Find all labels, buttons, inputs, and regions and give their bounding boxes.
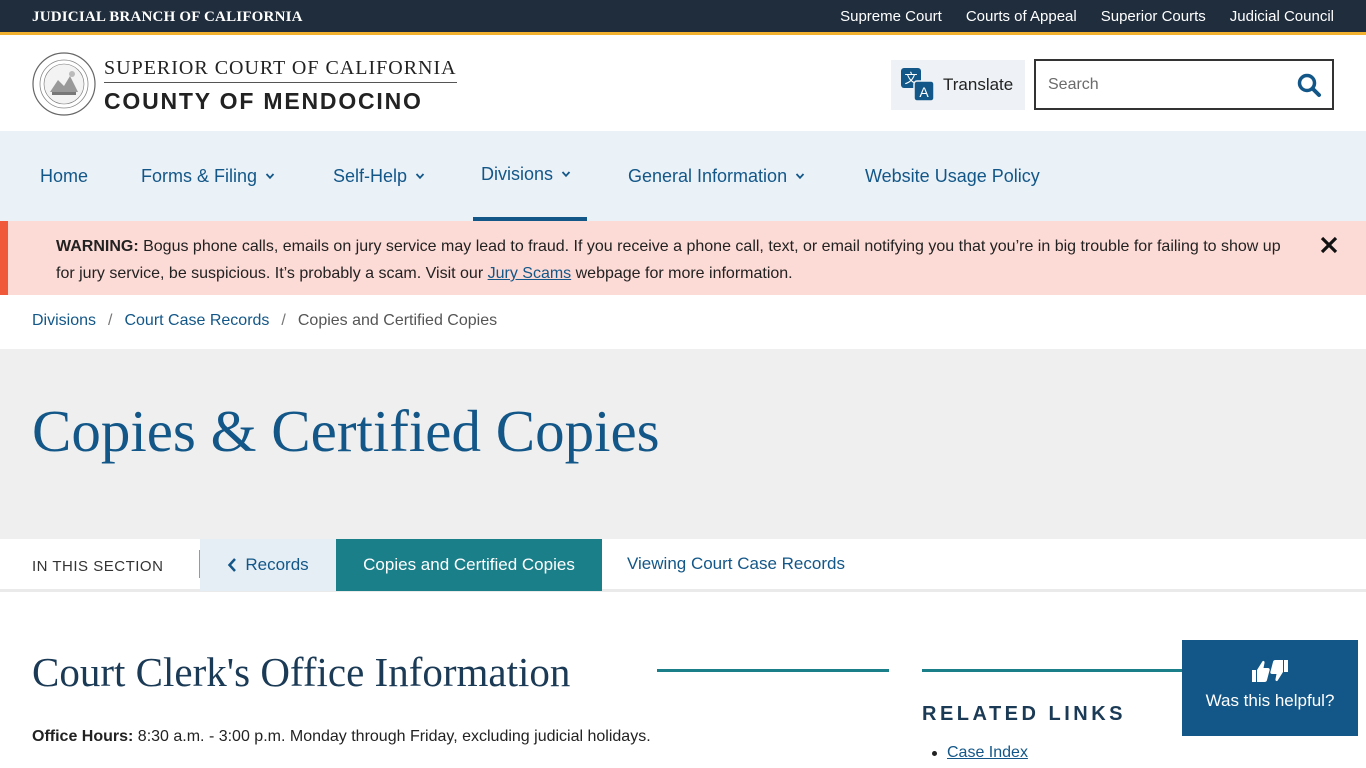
section-back-records-button[interactable]: Records: [200, 539, 336, 591]
breadcrumb-court-case-records[interactable]: Court Case Records: [124, 312, 269, 330]
alert-label: WARNING:: [56, 238, 139, 255]
alert-message: WARNING: Bogus phone calls, emails on ju…: [56, 233, 1286, 287]
breadcrumb-divisions[interactable]: Divisions: [32, 312, 96, 330]
top-links: Supreme Court Courts of Appeal Superior …: [840, 8, 1334, 25]
sidebar-rule: [922, 669, 1182, 672]
nav-item-label: General Information: [628, 165, 788, 186]
nav-item-label: Self-Help: [333, 165, 408, 186]
chevron-left-icon: [228, 558, 237, 572]
nav-item-label: Website Usage Policy: [865, 165, 1040, 186]
related-links-list: Case Index: [932, 744, 1028, 762]
nav-item-home[interactable]: Home: [40, 131, 88, 221]
list-item: Case Index: [932, 744, 1028, 762]
breadcrumb-separator: /: [281, 312, 286, 329]
related-link-case-index[interactable]: Case Index: [947, 744, 1028, 762]
top-link-judicial-council[interactable]: Judicial Council: [1230, 8, 1334, 25]
chevron-down-icon: [415, 173, 425, 180]
chevron-down-icon: [795, 173, 805, 180]
top-link-supreme-court[interactable]: Supreme Court: [840, 8, 942, 25]
nav-item-label: Forms & Filing: [141, 165, 258, 186]
related-links-title: RELATED LINKS: [922, 703, 1127, 725]
search-icon[interactable]: [1296, 72, 1322, 98]
chevron-down-icon: [561, 171, 571, 178]
page-title: Copies & Certified Copies: [32, 398, 660, 464]
nav-item-self-help[interactable]: Self-Help: [333, 131, 425, 221]
nav-item-divisions[interactable]: Divisions: [473, 131, 587, 221]
nav-item-general-information[interactable]: General Information: [628, 131, 805, 221]
alert-text-after: webpage for more information.: [571, 265, 793, 282]
was-this-helpful-label: Was this helpful?: [1205, 691, 1335, 710]
judicial-branch-link[interactable]: JUDICIAL BRANCH OF CALIFORNIA: [32, 9, 303, 26]
top-link-courts-of-appeal[interactable]: Courts of Appeal: [966, 8, 1077, 25]
top-link-superior-courts[interactable]: Superior Courts: [1101, 8, 1206, 25]
nav-item-label: Divisions: [481, 163, 554, 184]
translate-label: Translate: [943, 75, 1014, 94]
logo-line-superior-court: SUPERIOR COURT OF CALIFORNIA: [104, 57, 457, 83]
nav-item-website-usage-policy[interactable]: Website Usage Policy: [865, 131, 1040, 221]
translate-icon: 文 A: [901, 68, 935, 102]
office-hours-label: Office Hours:: [32, 728, 134, 745]
page-hero: Copies & Certified Copies: [0, 349, 1366, 539]
was-this-helpful-button[interactable]: Was this helpful?: [1182, 640, 1358, 736]
heading-rule: [657, 669, 889, 672]
section-back-label: Records: [245, 555, 309, 574]
chevron-down-icon: [265, 173, 275, 180]
svg-text:A: A: [919, 84, 929, 100]
translate-button[interactable]: 文 A Translate: [891, 60, 1025, 110]
search-box: [1034, 59, 1334, 110]
court-seal-logo[interactable]: [32, 52, 96, 116]
content-heading: Court Clerk's Office Information: [32, 649, 571, 695]
close-icon[interactable]: [1319, 235, 1339, 255]
section-current-tab[interactable]: Copies and Certified Copies: [336, 539, 602, 591]
section-link-viewing-records[interactable]: Viewing Court Case Records: [627, 554, 845, 574]
jury-scams-link[interactable]: Jury Scams: [488, 265, 572, 282]
section-nav-label: IN THIS SECTION: [32, 558, 164, 575]
office-hours: Office Hours: 8:30 a.m. - 3:00 p.m. Mond…: [32, 728, 651, 746]
in-this-section-nav: IN THIS SECTION Records Copies and Certi…: [0, 539, 1366, 592]
thumbs-up-down-icon: [1252, 660, 1288, 682]
nav-item-label: Home: [40, 165, 89, 186]
bullet-icon: [932, 750, 937, 756]
search-input[interactable]: [1048, 73, 1278, 97]
top-utility-bar: JUDICIAL BRANCH OF CALIFORNIA Supreme Co…: [0, 0, 1366, 35]
main-navigation: Home Forms & Filing Self-Help Divisions …: [0, 131, 1366, 221]
breadcrumb-current: Copies and Certified Copies: [297, 312, 498, 329]
site-header: SUPERIOR COURT OF CALIFORNIA COUNTY OF M…: [0, 38, 1366, 131]
logo-line-county: COUNTY OF MENDOCINO: [104, 88, 423, 114]
nav-item-forms-filing[interactable]: Forms & Filing: [141, 131, 275, 221]
office-hours-text: 8:30 a.m. - 3:00 p.m. Monday through Fri…: [133, 728, 651, 745]
warning-alert-banner: WARNING: Bogus phone calls, emails on ju…: [0, 221, 1366, 295]
breadcrumb-separator: /: [108, 312, 113, 329]
breadcrumb: Divisions / Court Case Records / Copies …: [32, 312, 497, 330]
